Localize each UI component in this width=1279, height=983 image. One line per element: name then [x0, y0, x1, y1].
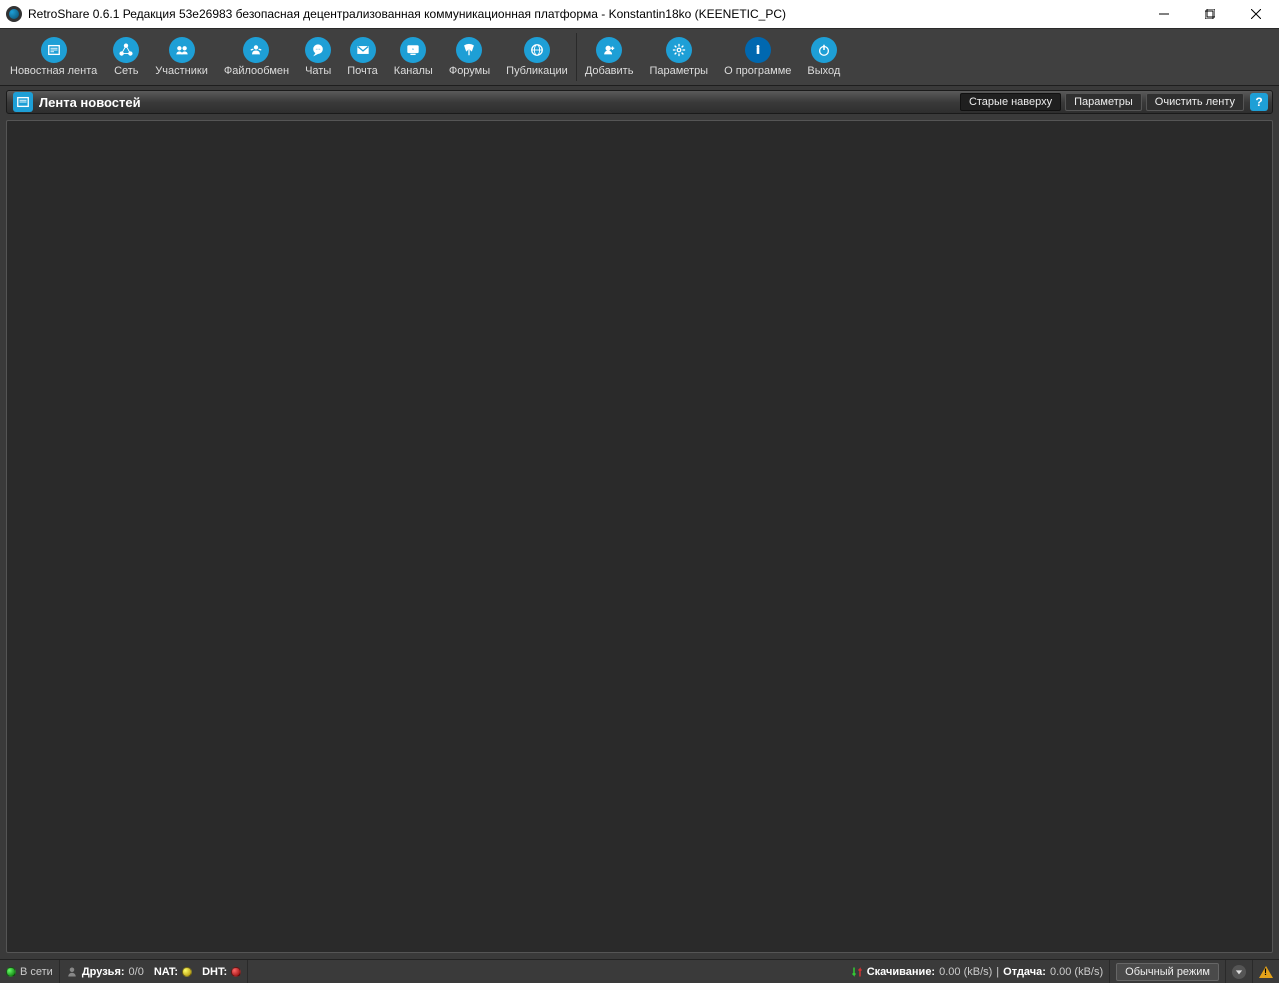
globe-icon [524, 37, 550, 63]
window-titlebar: RetroShare 0.6.1 Редакция 53e26983 безоп… [0, 0, 1279, 28]
news-icon [41, 37, 67, 63]
traffic-sep: | [996, 966, 999, 978]
status-mode: Обычный режим [1110, 960, 1226, 983]
toolbar-add[interactable]: Добавить [577, 29, 642, 85]
sort-old-top-button[interactable]: Старые наверху [960, 93, 1061, 111]
up-label: Отдача: [1003, 966, 1046, 978]
friends-value: 0/0 [129, 966, 144, 978]
toolbar-exit[interactable]: Выход [799, 29, 848, 85]
nat-label: NAT: [154, 966, 178, 978]
mail-icon [350, 37, 376, 63]
status-notifications[interactable] [1226, 960, 1253, 983]
channels-icon [400, 37, 426, 63]
friends-label: Друзья: [82, 966, 125, 978]
toolbar-label: Форумы [449, 65, 490, 77]
feed-options-button[interactable]: Параметры [1065, 93, 1142, 111]
down-value: 0.00 (kB/s) [939, 966, 992, 978]
gear-icon [666, 37, 692, 63]
files-icon [243, 37, 269, 63]
app-body: Новостная лента Сеть Участники Файлообме… [0, 28, 1279, 983]
toolbar-label: Почта [347, 65, 378, 77]
toolbar-label: О программе [724, 65, 791, 77]
add-user-icon [596, 37, 622, 63]
toolbar-label: Каналы [394, 65, 433, 77]
main-toolbar: Новостная лента Сеть Участники Файлообме… [0, 28, 1279, 86]
dht-label: DHT: [202, 966, 227, 978]
toolbar-people[interactable]: Участники [147, 29, 216, 85]
subheader-bar: Лента новостей Старые наверху Параметры … [6, 90, 1273, 114]
window-close-button[interactable] [1233, 0, 1279, 28]
status-bar: В сети Друзья: 0/0 NAT: DHT: Скачивание:… [0, 959, 1279, 983]
toolbar-file-sharing[interactable]: Файлообмен [216, 29, 297, 85]
status-online[interactable]: В сети [0, 960, 60, 983]
status-friends[interactable]: Друзья: 0/0 NAT: DHT: [60, 960, 248, 983]
people-icon [169, 37, 195, 63]
online-led-icon [6, 967, 16, 977]
toolbar-news-feed[interactable]: Новостная лента [2, 29, 105, 85]
section-title: Лента новостей [39, 95, 141, 110]
warning-icon [1259, 966, 1273, 978]
toolbar-chats[interactable]: Чаты [297, 29, 339, 85]
toolbar-about[interactable]: О программе [716, 29, 799, 85]
toolbar-label: Сеть [114, 65, 138, 77]
dht-led-icon [231, 967, 241, 977]
toolbar-options[interactable]: Параметры [641, 29, 716, 85]
toolbar-forums[interactable]: Форумы [441, 29, 498, 85]
toolbar-label: Параметры [649, 65, 708, 77]
toolbar-channels[interactable]: Каналы [386, 29, 441, 85]
person-icon [66, 966, 78, 978]
toolbar-label: Публикации [506, 65, 568, 77]
help-button[interactable]: ? [1250, 93, 1268, 111]
app-icon [6, 6, 22, 22]
down-label: Скачивание: [867, 966, 935, 978]
online-label: В сети [20, 966, 53, 978]
news-feed-section-icon [13, 92, 33, 112]
status-traffic[interactable]: Скачивание: 0.00 (kB/s) | Отдача: 0.00 (… [845, 960, 1110, 983]
toolbar-label: Участники [155, 65, 208, 77]
chat-icon [305, 37, 331, 63]
news-feed-content [6, 120, 1273, 953]
window-minimize-button[interactable] [1141, 0, 1187, 28]
window-maximize-button[interactable] [1187, 0, 1233, 28]
power-icon [811, 37, 837, 63]
forums-icon [456, 37, 482, 63]
clear-feed-button[interactable]: Очистить ленту [1146, 93, 1244, 111]
info-icon [745, 37, 771, 63]
toolbar-label: Чаты [305, 65, 331, 77]
toolbar-label: Файлообмен [224, 65, 289, 77]
toolbar-label: Выход [807, 65, 840, 77]
toolbar-label: Новостная лента [10, 65, 97, 77]
mode-button[interactable]: Обычный режим [1116, 963, 1219, 981]
status-warning[interactable] [1253, 960, 1279, 983]
toolbar-network[interactable]: Сеть [105, 29, 147, 85]
nat-led-icon [182, 967, 192, 977]
window-title: RetroShare 0.6.1 Редакция 53e26983 безоп… [28, 7, 786, 21]
toolbar-mail[interactable]: Почта [339, 29, 386, 85]
network-icon [113, 37, 139, 63]
chevron-down-icon [1232, 965, 1246, 979]
toolbar-label: Добавить [585, 65, 634, 77]
traffic-icon [851, 966, 863, 978]
up-value: 0.00 (kB/s) [1050, 966, 1103, 978]
toolbar-posted[interactable]: Публикации [498, 29, 576, 85]
